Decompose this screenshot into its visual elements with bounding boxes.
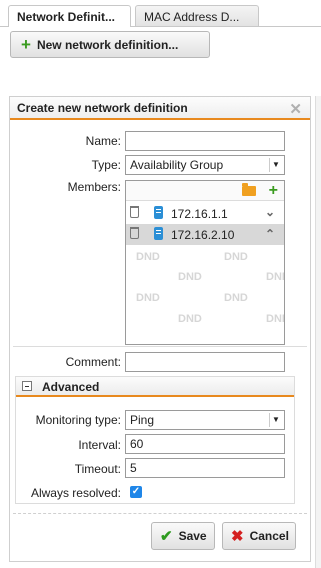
dnd-watermark: DND <box>136 251 160 263</box>
cancel-button[interactable]: ✖ Cancel <box>222 522 296 550</box>
member-address: 172.16.1.1 <box>171 207 228 221</box>
new-network-definition-button[interactable]: + New network definition... <box>10 31 210 58</box>
monitoring-type-value: Ping <box>130 413 155 427</box>
cancel-label: Cancel <box>249 529 289 543</box>
dnd-watermark: DND <box>178 271 202 283</box>
type-select-value: Availability Group <box>130 158 224 172</box>
tab-network-definitions[interactable]: Network Definit... <box>8 5 131 27</box>
dropdown-arrow-icon: ▼ <box>269 413 282 427</box>
section-divider <box>13 346 307 347</box>
dnd-watermark: DND <box>136 292 160 304</box>
comment-input[interactable] <box>125 352 285 372</box>
member-row[interactable]: 172.16.1.1 ⌄ <box>126 203 284 224</box>
timeout-label: Timeout: <box>74 462 121 476</box>
chevron-up-icon[interactable]: ⌃ <box>265 227 275 241</box>
monitoring-type-label: Monitoring type: <box>35 413 121 427</box>
save-label: Save <box>178 529 207 543</box>
dialog-title: Create new network definition <box>17 101 188 115</box>
dropdown-arrow-icon: ▼ <box>269 158 282 172</box>
type-select[interactable]: Availability Group ▼ <box>125 155 285 175</box>
trash-icon[interactable] <box>130 227 139 239</box>
advanced-header[interactable]: Advanced <box>16 377 294 397</box>
close-icon[interactable]: ✕ <box>289 99 302 121</box>
host-icon <box>154 206 163 219</box>
add-member-icon[interactable]: + <box>269 181 278 201</box>
interval-label: Interval: <box>78 438 121 452</box>
members-toolbar: + <box>126 181 284 201</box>
member-address: 172.16.2.10 <box>171 228 235 242</box>
host-icon <box>154 227 163 240</box>
create-network-definition-dialog: Create new network definition ✕ Name: Ty… <box>9 96 311 562</box>
chevron-down-icon[interactable]: ⌄ <box>265 205 275 219</box>
dnd-watermark: DND <box>224 292 248 304</box>
members-label: Members: <box>67 180 121 194</box>
save-button[interactable]: ✔ Save <box>151 522 215 550</box>
always-resolved-checkbox[interactable]: ✓ <box>130 486 142 498</box>
advanced-title: Advanced <box>42 380 100 394</box>
folder-icon[interactable] <box>242 183 256 196</box>
comment-label: Comment: <box>65 355 121 369</box>
dnd-watermark: DND <box>178 313 202 325</box>
footer-divider <box>13 513 307 514</box>
name-label: Name: <box>85 134 121 148</box>
interval-input[interactable]: 60 <box>125 434 285 454</box>
always-resolved-label: Always resolved: <box>30 486 121 500</box>
trash-icon[interactable] <box>130 206 139 218</box>
monitoring-type-select[interactable]: Ping ▼ <box>125 410 285 430</box>
tab-mac-address-definitions[interactable]: MAC Address D... <box>135 5 259 27</box>
timeout-input[interactable]: 5 <box>125 458 285 478</box>
type-label: Type: <box>91 158 121 172</box>
check-icon: ✔ <box>160 528 173 545</box>
plus-icon: + <box>21 35 31 54</box>
new-network-definition-label: New network definition... <box>36 37 179 52</box>
tab-bar: Network Definit... MAC Address D... <box>0 0 321 27</box>
dnd-watermark: DND <box>266 271 284 283</box>
dnd-watermark: DND <box>224 251 248 263</box>
background-panel-edge <box>315 96 321 568</box>
member-row-selected[interactable]: 172.16.2.10 ⌃ <box>126 224 284 245</box>
collapse-icon[interactable] <box>22 381 32 391</box>
x-icon: ✖ <box>231 528 244 545</box>
dnd-watermark: DND <box>266 313 284 325</box>
name-input[interactable] <box>125 131 285 151</box>
dialog-header: Create new network definition ✕ <box>10 97 310 120</box>
members-list[interactable]: + 172.16.1.1 ⌄ 172.16.2.10 ⌃ DND DND DND… <box>125 180 285 345</box>
